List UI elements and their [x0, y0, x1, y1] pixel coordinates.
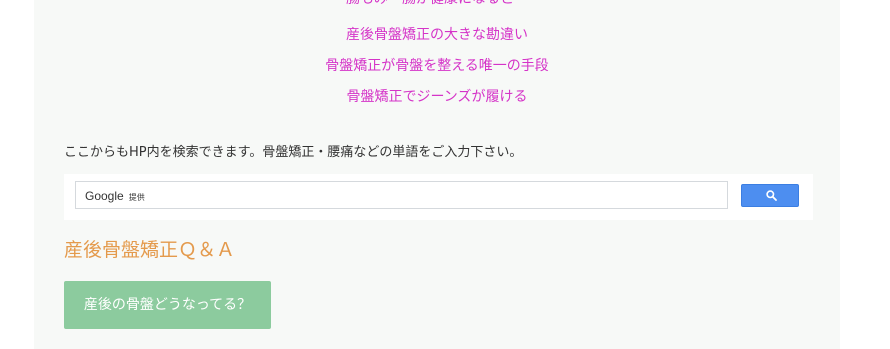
- article-link-jeans[interactable]: 骨盤矯正でジーンズが履ける: [34, 88, 840, 106]
- search-icon: [766, 190, 777, 201]
- search-button[interactable]: [741, 184, 799, 207]
- qa-section-heading: 産後骨盤矯正Ｑ＆Ａ: [64, 239, 236, 261]
- google-brand-text: Google: [85, 189, 124, 203]
- qa-postpartum-pelvis-button[interactable]: 産後の骨盤どうなってる？: [64, 281, 271, 329]
- search-input[interactable]: Google 提供: [75, 181, 728, 209]
- site-search-widget: Google 提供: [64, 174, 813, 220]
- article-link-gut-massage[interactable]: 腸もみ～腸が健康になると～: [34, 0, 840, 8]
- article-link-postpartum-misconception[interactable]: 産後骨盤矯正の大きな勘違い: [34, 26, 840, 44]
- google-brand-watermark: Google 提供: [85, 189, 145, 205]
- qa-button-label: 産後の骨盤どうなってる？: [83, 297, 252, 313]
- page: 腸もみ～腸が健康になると～ 産後骨盤矯正の大きな勘違い 骨盤矯正が骨盤を整える唯…: [0, 0, 890, 349]
- content-panel: 腸もみ～腸が健康になると～ 産後骨盤矯正の大きな勘違い 骨盤矯正が骨盤を整える唯…: [34, 0, 840, 349]
- provided-by-text: 提供: [128, 193, 145, 202]
- search-instructions: ここからもHP内を検索できます。骨盤矯正・腰痛などの単語をご入力下さい。: [64, 145, 523, 160]
- article-link-pelvis-only-method[interactable]: 骨盤矯正が骨盤を整える唯一の手段: [34, 57, 840, 75]
